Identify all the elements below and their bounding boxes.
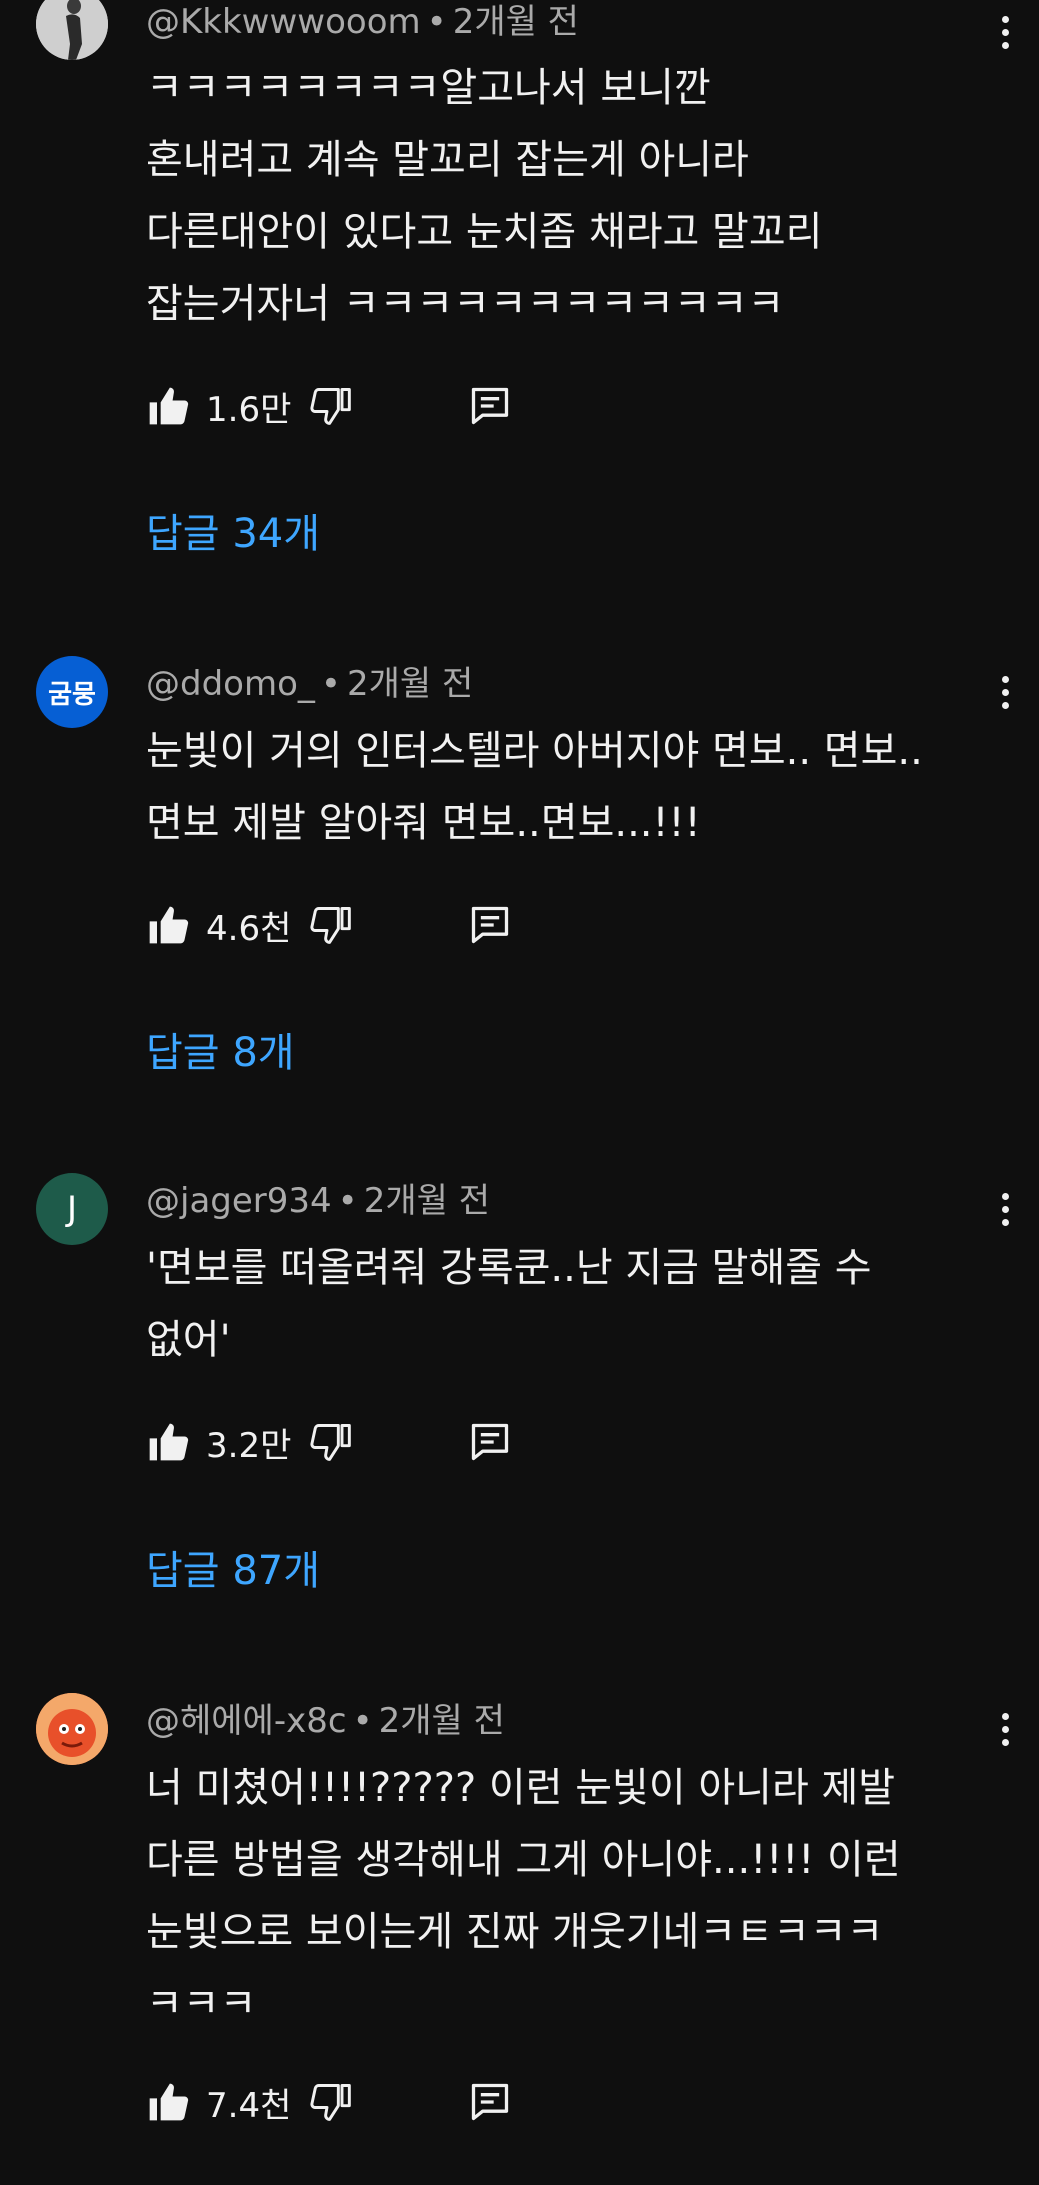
comment-actions: 7.4천 [146,2072,509,2132]
comment-reply-icon[interactable] [468,2080,512,2124]
comment-actions: 4.6천 [146,895,509,955]
replies-link[interactable]: 답글 87개 [146,1543,320,1599]
thumb-down-icon[interactable] [309,2080,353,2124]
avatar[interactable]: 굼뭉 [36,656,108,728]
comment-text: 눈빛이 거의 인터스텔라 아버지야 면보.. 면보.. 면보 제발 알아줘 면보… [146,728,923,846]
author-handle[interactable]: @Kkkwwwooom [146,2,421,42]
thumb-up-icon[interactable] [146,384,190,428]
like-count: 4.6천 [206,908,292,949]
separator-dot: • [352,1701,373,1741]
separator-dot: • [426,2,447,42]
comment-header: @jager934 • 2개월 전 [146,1179,490,1223]
more-vert-icon[interactable] [990,1705,1020,1753]
comment-reply-icon[interactable] [468,903,512,947]
replies-link[interactable]: 답글 34개 [146,506,320,562]
thumb-down-icon[interactable] [309,1420,353,1464]
comment-text: ㅋㅋㅋㅋㅋㅋㅋㅋ알고나서 보니깐 혼내려고 계속 말꼬리 잡는게 아니라 다른대… [146,65,823,327]
author-handle[interactable]: @헤에에-x8c [146,1701,347,1741]
avatar[interactable] [36,0,108,60]
thumb-up-icon[interactable] [146,903,190,947]
comment-text: '면보를 떠올려줘 강록쿤..난 지금 말해줄 수 없어' [146,1245,872,1363]
comment-header: @Kkkwwwooom • 2개월 전 [146,0,579,44]
author-handle[interactable]: @jager934 [146,1181,332,1221]
replies-link[interactable]: 답글 8개 [146,1025,295,1081]
comment-time: 2개월 전 [452,2,579,42]
comment-time: 2개월 전 [378,1701,505,1741]
separator-dot: • [320,664,341,704]
avatar-initials: J [66,1189,78,1229]
thumb-up-icon[interactable] [146,2080,190,2124]
thumb-down-icon[interactable] [309,384,353,428]
avatar-character [36,1693,108,1765]
thumb-down-icon[interactable] [309,903,353,947]
separator-dot: • [337,1181,358,1221]
comment-actions: 3.2만 [146,1412,509,1472]
author-handle[interactable]: @ddomo_ [146,664,315,704]
more-vert-icon[interactable] [990,668,1020,716]
more-vert-icon[interactable] [990,1185,1020,1233]
comment-actions: 1.6만 [146,376,509,436]
like-count: 1.6만 [206,389,292,430]
comment-header: @ddomo_ • 2개월 전 [146,662,473,706]
avatar-photo [36,0,108,60]
avatar[interactable] [36,1693,108,1765]
comment-header: @헤에에-x8c • 2개월 전 [146,1699,505,1743]
thumb-up-icon[interactable] [146,1420,190,1464]
comment-text: 너 미쳤어!!!!????? 이런 눈빛이 아니라 제발 다른 방법을 생각해내… [146,1765,901,2027]
avatar[interactable]: J [36,1173,108,1245]
more-vert-icon[interactable] [990,8,1020,56]
comment-time: 2개월 전 [363,1181,490,1221]
comment-reply-icon[interactable] [468,1420,512,1464]
avatar-initials: 굼뭉 [48,679,96,710]
like-count: 7.4천 [206,2085,292,2126]
comment-time: 2개월 전 [346,664,474,704]
like-count: 3.2만 [206,1425,292,1466]
comment-reply-icon[interactable] [468,384,512,428]
